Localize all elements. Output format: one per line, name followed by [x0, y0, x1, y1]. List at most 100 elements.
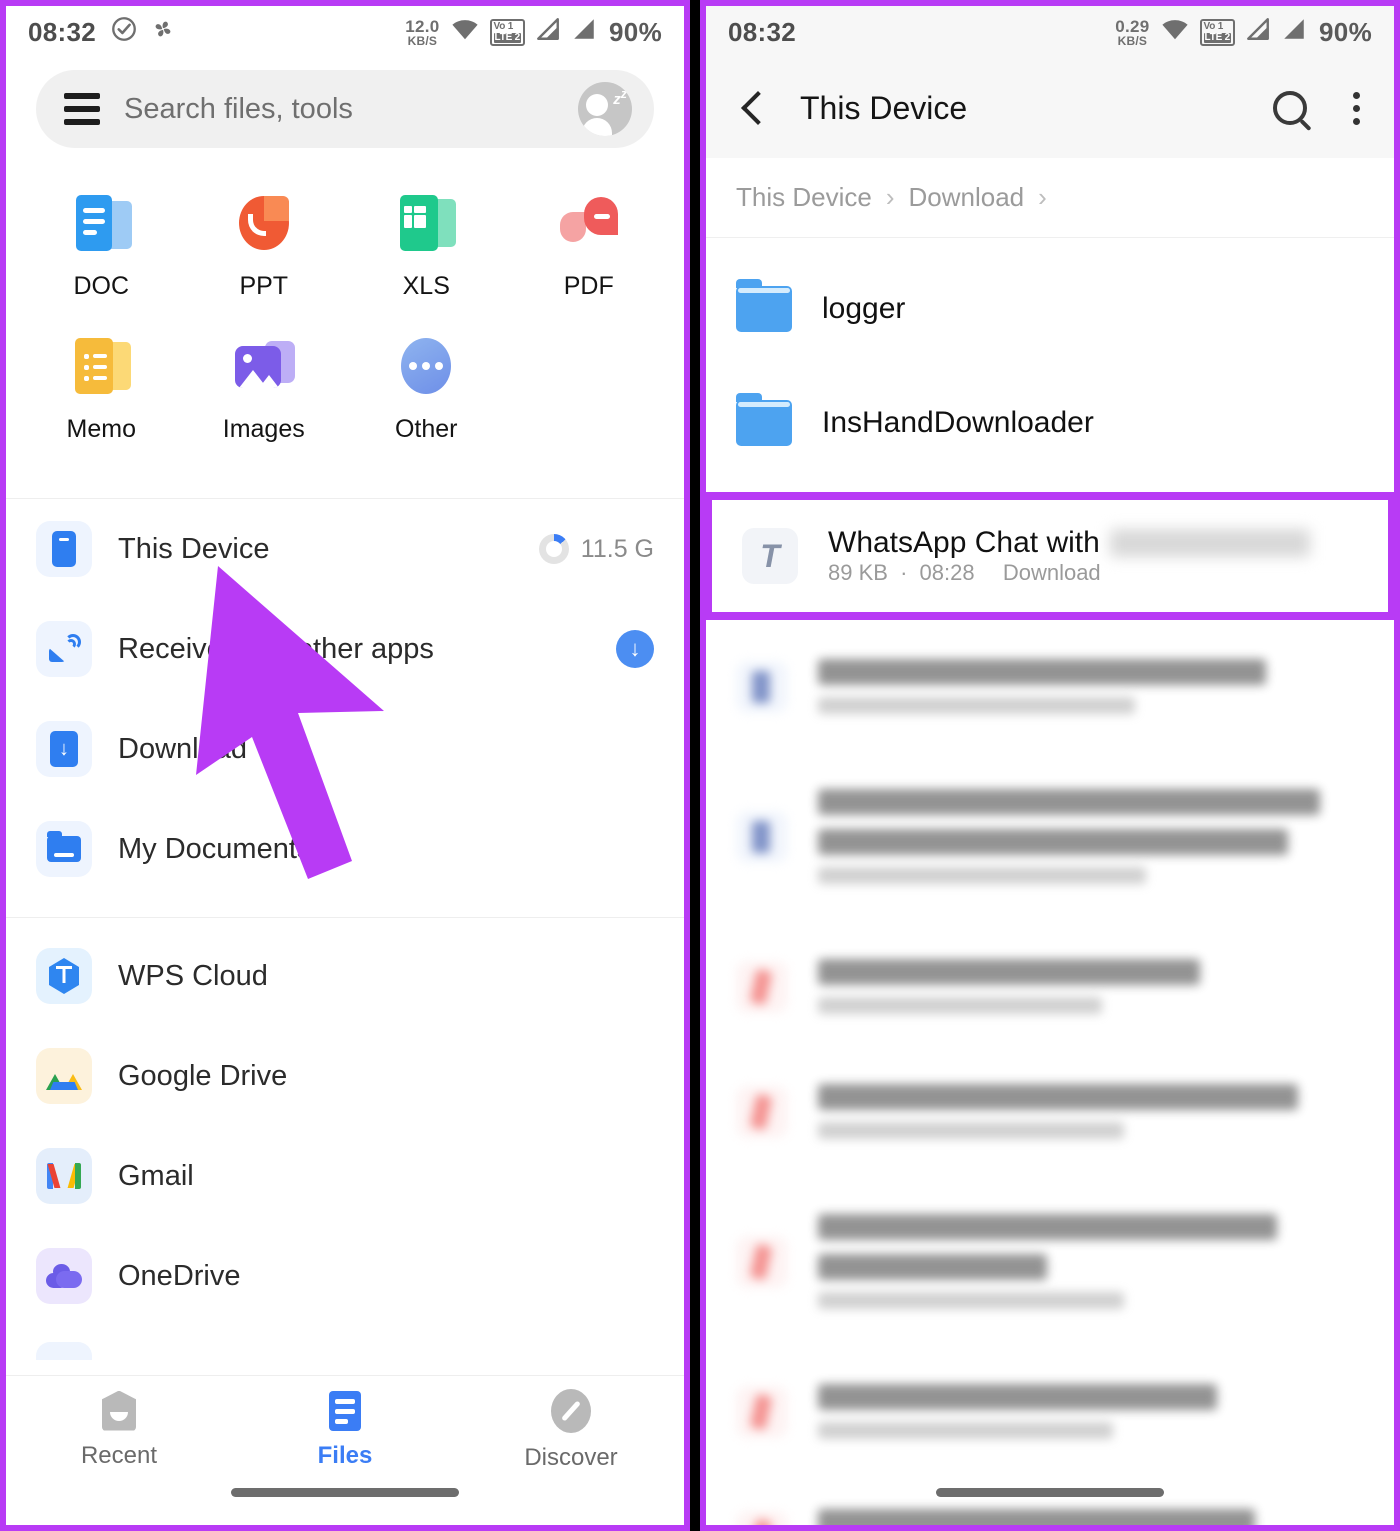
breadcrumb-separator-2: ›: [1038, 182, 1047, 212]
file-type-doc[interactable]: DOC: [20, 174, 183, 317]
storage-donut-icon: [538, 534, 569, 564]
sidebar-item-my-documents[interactable]: My Documents: [6, 799, 684, 899]
meta-separator: ·: [900, 560, 908, 585]
file-type-label: DOC: [73, 272, 130, 300]
page-title: This Device: [800, 89, 968, 126]
file-type-icon: [736, 660, 788, 713]
file-type-icon: [736, 1510, 788, 1525]
sidebar-item-onedrive[interactable]: OneDrive: [6, 1226, 684, 1326]
partial-next-item: [6, 1326, 684, 1360]
status-right-icons: 12.0 KB/S Vo 1 LTE 2 90%: [405, 17, 662, 48]
folder-icon: [36, 821, 92, 877]
tab-files[interactable]: Files: [232, 1376, 458, 1484]
home-indicator: [936, 1488, 1164, 1497]
list-item[interactable]: [706, 924, 1394, 1049]
search-input[interactable]: Search files, tools: [124, 93, 554, 126]
discover-icon: [551, 1388, 591, 1433]
receive-badge-wrap: ↓: [616, 630, 654, 668]
signal-2-icon: [571, 17, 597, 48]
file-type-pdf[interactable]: PDF: [508, 174, 671, 317]
search-icon[interactable]: [1273, 91, 1307, 125]
file-type-other[interactable]: Other: [345, 317, 508, 460]
sidebar-item-label: Google Drive: [118, 1059, 288, 1092]
back-arrow-icon[interactable]: [740, 89, 762, 127]
sidebar-item-receive-from-other-apps[interactable]: Receive from other apps ↓: [6, 599, 684, 699]
avatar-sleep-badge: zz: [613, 87, 627, 108]
file-meta: [818, 959, 1364, 1014]
folder-row-logger[interactable]: logger: [706, 252, 1394, 366]
app-bar: This Device: [706, 58, 1394, 158]
breadcrumb-current[interactable]: Download: [909, 182, 1025, 213]
network-speed-unit: KB/S: [1117, 33, 1148, 48]
signal-1-icon: [535, 17, 561, 48]
list-item[interactable]: [706, 1049, 1394, 1174]
memo-icon: [70, 335, 132, 397]
storage-amount: 11.5 G: [580, 534, 654, 563]
gmail-icon: [36, 1148, 92, 1204]
file-meta: [818, 659, 1364, 714]
highlight-annotation: T WhatsApp Chat with 89 KB · 08:28 Downl…: [706, 492, 1394, 620]
sidebar-item-google-drive[interactable]: Google Drive: [6, 1026, 684, 1126]
download-icon: ↓: [36, 721, 92, 777]
sidebar-item-download[interactable]: ↓ Download: [6, 699, 684, 799]
storage-indicator: 11.5 G: [538, 534, 654, 564]
tab-label: Files: [317, 1441, 373, 1469]
file-type-ppt[interactable]: PPT: [183, 174, 346, 317]
search-bar-container: Search files, tools zz: [6, 58, 684, 148]
tab-discover[interactable]: Discover: [458, 1376, 684, 1484]
download-badge-icon[interactable]: ↓: [616, 630, 654, 668]
receive-icon: [36, 621, 92, 677]
file-meta: [818, 1384, 1364, 1439]
file-type-icon: [736, 960, 788, 1013]
network-speed: 0.29 KB/S: [1115, 18, 1149, 47]
volte-icon: Vo 1 LTE 2: [1199, 18, 1236, 46]
search-bar[interactable]: Search files, tools zz: [36, 70, 654, 148]
list-item[interactable]: [706, 749, 1394, 924]
hamburger-icon[interactable]: [64, 93, 100, 125]
list-item[interactable]: [706, 1174, 1394, 1349]
more-vertical-icon[interactable]: [1353, 91, 1360, 125]
file-meta: [818, 1509, 1364, 1525]
volte-line-1: Vo 1: [1203, 20, 1224, 32]
avatar-body: [582, 118, 612, 136]
list-item[interactable]: [706, 624, 1394, 749]
folder-name: InsHandDownloader: [822, 406, 1094, 439]
list-item[interactable]: [706, 1474, 1394, 1525]
signal-2-icon: [1281, 17, 1307, 48]
file-type-memo[interactable]: Memo: [20, 317, 183, 460]
file-type-label: XLS: [402, 272, 450, 300]
sidebar-item-gmail[interactable]: Gmail: [6, 1126, 684, 1226]
file-type-icon: [736, 1235, 788, 1288]
home-indicator: [231, 1488, 459, 1497]
list-item[interactable]: [706, 1349, 1394, 1474]
file-type-xls[interactable]: XLS: [345, 174, 508, 317]
status-time: 08:32: [728, 16, 796, 47]
images-icon: [233, 335, 295, 397]
tab-recent[interactable]: Recent: [6, 1376, 232, 1484]
breadcrumb-root[interactable]: This Device: [736, 182, 872, 213]
sidebar-item-wps-cloud[interactable]: WPS Cloud: [6, 926, 684, 1026]
section-divider-2: [6, 917, 684, 918]
file-type-images[interactable]: Images: [183, 317, 346, 460]
signal-1-icon: [1245, 17, 1271, 48]
recent-icon: [102, 1390, 136, 1431]
file-time: 08:28: [919, 560, 975, 585]
sidebar-item-label: Gmail: [118, 1159, 194, 1192]
avatar-head: [586, 94, 608, 116]
check-circle-icon: [110, 15, 138, 50]
file-type-label: PDF: [563, 272, 614, 300]
folder-icon: [736, 393, 792, 446]
phone-icon: [36, 521, 92, 577]
network-speed-value: 0.29: [1115, 16, 1150, 36]
file-row-whatsapp-chat[interactable]: T WhatsApp Chat with 89 KB · 08:28 Downl…: [712, 500, 1388, 612]
files-icon: [329, 1390, 361, 1431]
right-phone-screen: 08:32 0.29 KB/S Vo 1 LTE 2 90% This Devi…: [700, 0, 1400, 1531]
battery-percent: 90%: [609, 16, 662, 47]
folder-row-inshanddownloader[interactable]: InsHandDownloader: [706, 366, 1394, 480]
network-speed-value: 12.0: [405, 16, 440, 36]
avatar[interactable]: zz: [578, 82, 632, 136]
sidebar-item-this-device[interactable]: This Device 11.5 G: [6, 499, 684, 599]
file-location: Download: [1002, 560, 1101, 585]
folder-icon: [736, 279, 792, 332]
wifi-icon: [450, 17, 480, 48]
